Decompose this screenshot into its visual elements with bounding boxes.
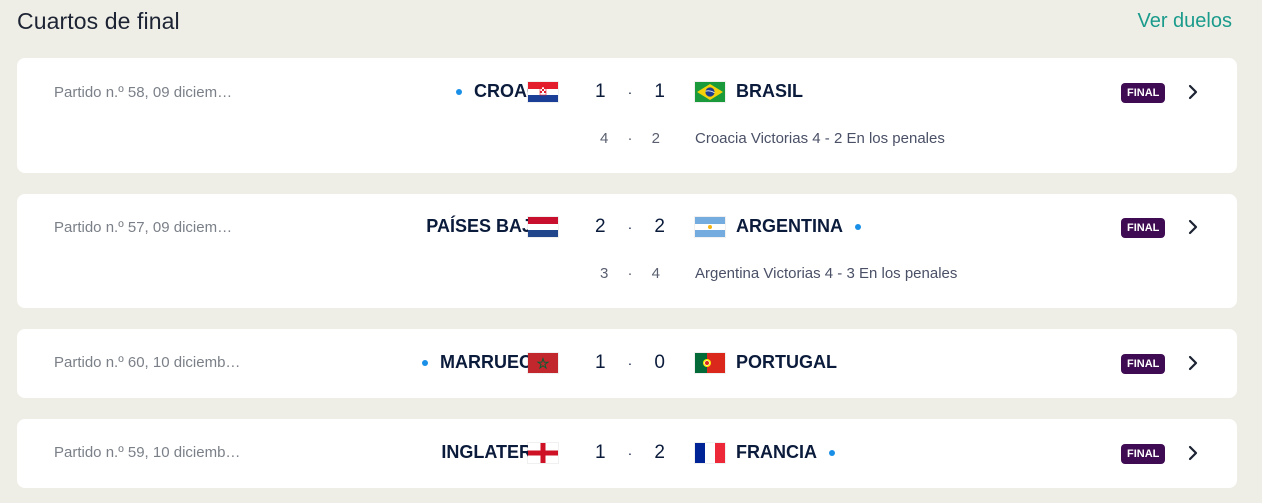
winner-dot-icon <box>855 223 861 230</box>
croatia-flag-icon <box>528 82 558 102</box>
penalty-result-text: Argentina Victorias 4 - 3 En los penales <box>695 265 958 282</box>
match-meta: Partido n.º 59, 10 diciemb… <box>54 444 241 461</box>
winner-dot-icon <box>421 359 428 366</box>
chevron-right-icon[interactable] <box>1183 217 1203 237</box>
away-team: ARGENTINA <box>736 216 861 237</box>
france-flag-icon <box>695 443 725 463</box>
away-team-name: ARGENTINA <box>736 216 843 236</box>
away-score: 2 <box>654 216 665 237</box>
penalty-separator: · <box>627 130 633 147</box>
score-separator: · <box>627 445 633 461</box>
penalty-separator: · <box>627 265 633 282</box>
status-badge: FINAL <box>1121 354 1166 374</box>
argentina-flag-icon <box>695 217 725 237</box>
england-flag-icon <box>528 443 558 463</box>
morocco-flag-icon <box>528 353 558 373</box>
away-team: FRANCIA <box>736 442 835 463</box>
home-score: 1 <box>595 442 606 463</box>
home-score: 2 <box>595 216 606 237</box>
penalty-home: 3 <box>600 265 609 282</box>
portugal-flag-icon <box>695 353 725 373</box>
penalty-result-text: Croacia Victorias 4 - 2 En los penales <box>695 130 945 147</box>
away-team-name: FRANCIA <box>736 442 817 462</box>
see-matchups-link[interactable]: Ver duelos <box>1137 10 1232 33</box>
score: 2 · 2 <box>595 216 665 238</box>
brazil-flag-icon <box>695 82 725 102</box>
match-meta: Partido n.º 60, 10 diciemb… <box>54 354 241 371</box>
match-card-morocco-portugal[interactable]: Partido n.º 60, 10 diciemb… MARRUECOS 1 … <box>17 329 1237 398</box>
penalty-away: 4 <box>651 265 660 282</box>
match-meta: Partido n.º 57, 09 diciem… <box>54 219 233 236</box>
winner-dot-icon <box>456 88 462 95</box>
score: 1 · 0 <box>595 352 665 374</box>
penalty-away: 2 <box>651 130 660 147</box>
status-badge: FINAL <box>1121 218 1166 238</box>
away-team-name: BRASIL <box>736 81 803 101</box>
score-separator: · <box>627 219 633 235</box>
match-card-england-france[interactable]: Partido n.º 59, 10 diciemb… INGLATERRA 1… <box>17 419 1237 488</box>
home-score: 1 <box>595 81 606 102</box>
away-score: 0 <box>654 352 665 373</box>
section-title: Cuartos de final <box>17 7 180 34</box>
chevron-right-icon[interactable] <box>1183 82 1203 102</box>
netherlands-flag-icon <box>528 217 558 237</box>
penalty-score: 4 · 2 <box>600 130 660 147</box>
away-team-name: PORTUGAL <box>736 352 837 372</box>
home-score: 1 <box>595 352 606 373</box>
section-header: Cuartos de final Ver duelos <box>17 6 1232 36</box>
away-score: 2 <box>654 442 665 463</box>
match-card-croatia-brazil[interactable]: Partido n.º 58, 09 diciem… CROACIA 1 · 1… <box>17 58 1237 173</box>
status-badge: FINAL <box>1121 444 1166 464</box>
penalty-score: 3 · 4 <box>600 265 660 282</box>
status-badge: FINAL <box>1121 83 1166 103</box>
match-meta: Partido n.º 58, 09 diciem… <box>54 84 233 101</box>
score-separator: · <box>627 355 633 371</box>
away-score: 1 <box>654 81 665 102</box>
away-team: BRASIL <box>736 81 803 102</box>
score-separator: · <box>627 84 633 100</box>
penalty-home: 4 <box>600 130 609 147</box>
away-team: PORTUGAL <box>736 352 837 373</box>
chevron-right-icon[interactable] <box>1183 443 1203 463</box>
match-card-netherlands-argentina[interactable]: Partido n.º 57, 09 diciem… PAÍSES BAJOS … <box>17 194 1237 308</box>
chevron-right-icon[interactable] <box>1183 353 1203 373</box>
score: 1 · 1 <box>595 81 665 103</box>
score: 1 · 2 <box>595 442 665 464</box>
winner-dot-icon <box>829 449 835 456</box>
